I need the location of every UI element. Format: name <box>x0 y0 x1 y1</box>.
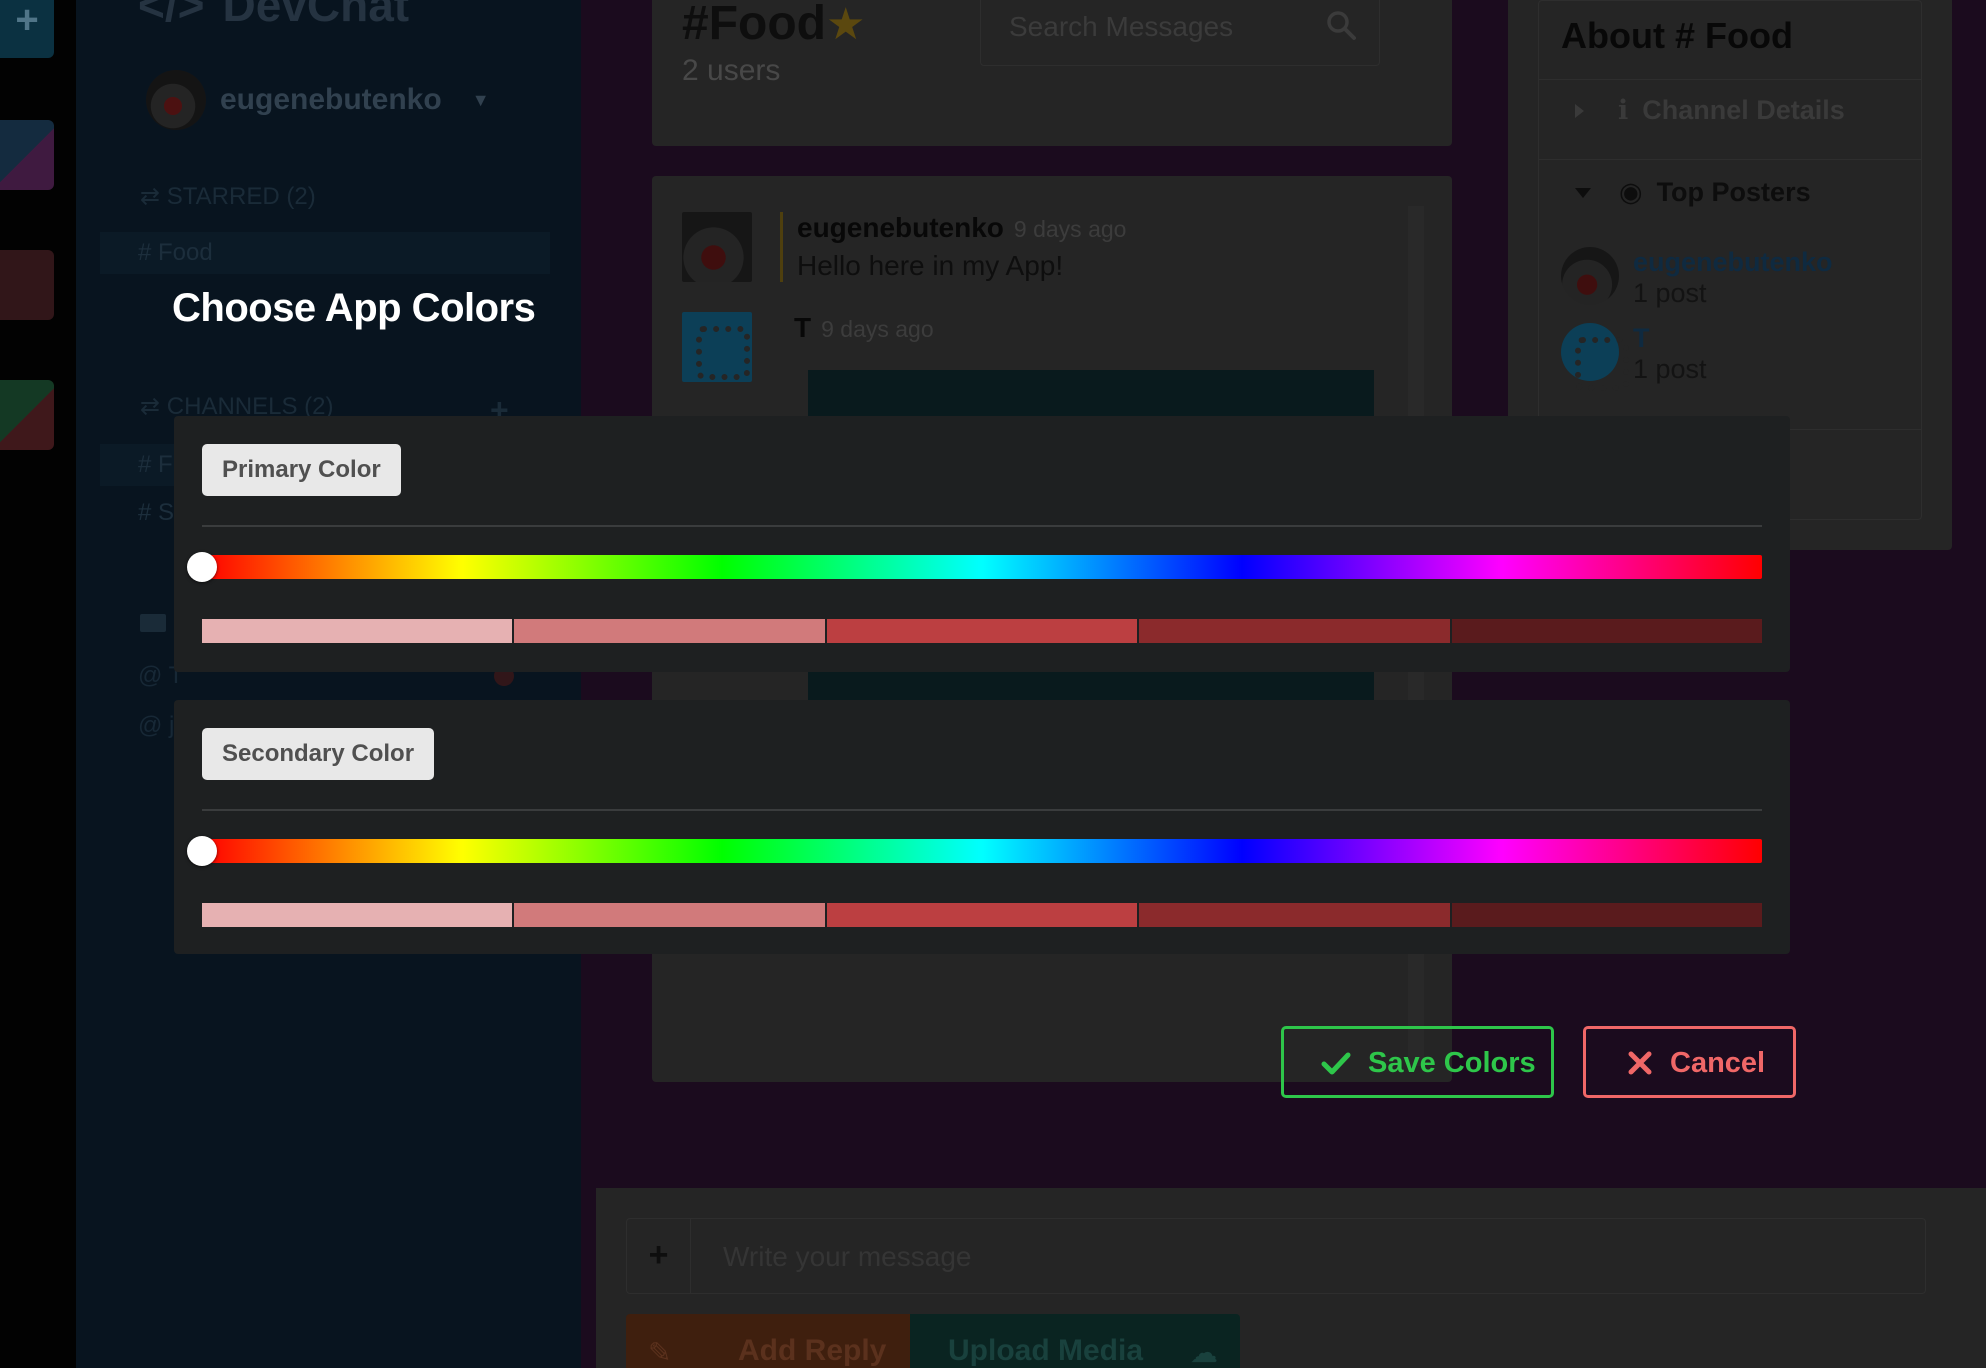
secondary-swatch[interactable] <box>1139 903 1450 927</box>
save-colors-label: Save Colors <box>1368 1047 1536 1079</box>
cancel-label: Cancel <box>1670 1047 1766 1079</box>
secondary-swatch[interactable] <box>1451 903 1763 927</box>
divider <box>202 525 1762 527</box>
modal-backdrop[interactable] <box>0 0 1986 1368</box>
secondary-swatch[interactable] <box>826 903 1138 927</box>
primary-hue-slider[interactable] <box>187 552 1762 582</box>
divider <box>202 809 1762 811</box>
cancel-button[interactable]: Cancel <box>1583 1026 1796 1098</box>
secondary-hue-slider[interactable] <box>187 836 1762 866</box>
primary-swatch-row <box>202 619 1763 643</box>
primary-swatch[interactable] <box>1451 619 1763 643</box>
primary-swatch[interactable] <box>514 619 825 643</box>
secondary-swatch[interactable] <box>514 903 825 927</box>
secondary-swatch-row <box>202 903 1763 927</box>
secondary-color-label[interactable]: Secondary Color <box>202 728 435 780</box>
primary-swatch[interactable] <box>202 619 513 643</box>
hue-track[interactable] <box>202 839 1762 863</box>
modal-title: Choose App Colors <box>172 286 536 330</box>
secondary-hue-thumb[interactable] <box>187 836 217 866</box>
check-icon <box>1321 1052 1351 1075</box>
save-colors-button[interactable]: Save Colors <box>1281 1026 1554 1098</box>
close-icon <box>1628 1051 1652 1075</box>
secondary-swatch[interactable] <box>202 903 513 927</box>
primary-color-label[interactable]: Primary Color <box>202 444 401 496</box>
hue-track[interactable] <box>202 555 1762 579</box>
primary-hue-thumb[interactable] <box>187 552 217 582</box>
primary-swatch[interactable] <box>826 619 1138 643</box>
primary-color-panel: Primary Color <box>174 416 1790 672</box>
primary-swatch[interactable] <box>1139 619 1450 643</box>
secondary-color-panel: Secondary Color <box>174 700 1790 954</box>
app-window: + </> DevChat eugenebutenko ▼ ⇄ STARRED (… <box>0 0 1986 1368</box>
